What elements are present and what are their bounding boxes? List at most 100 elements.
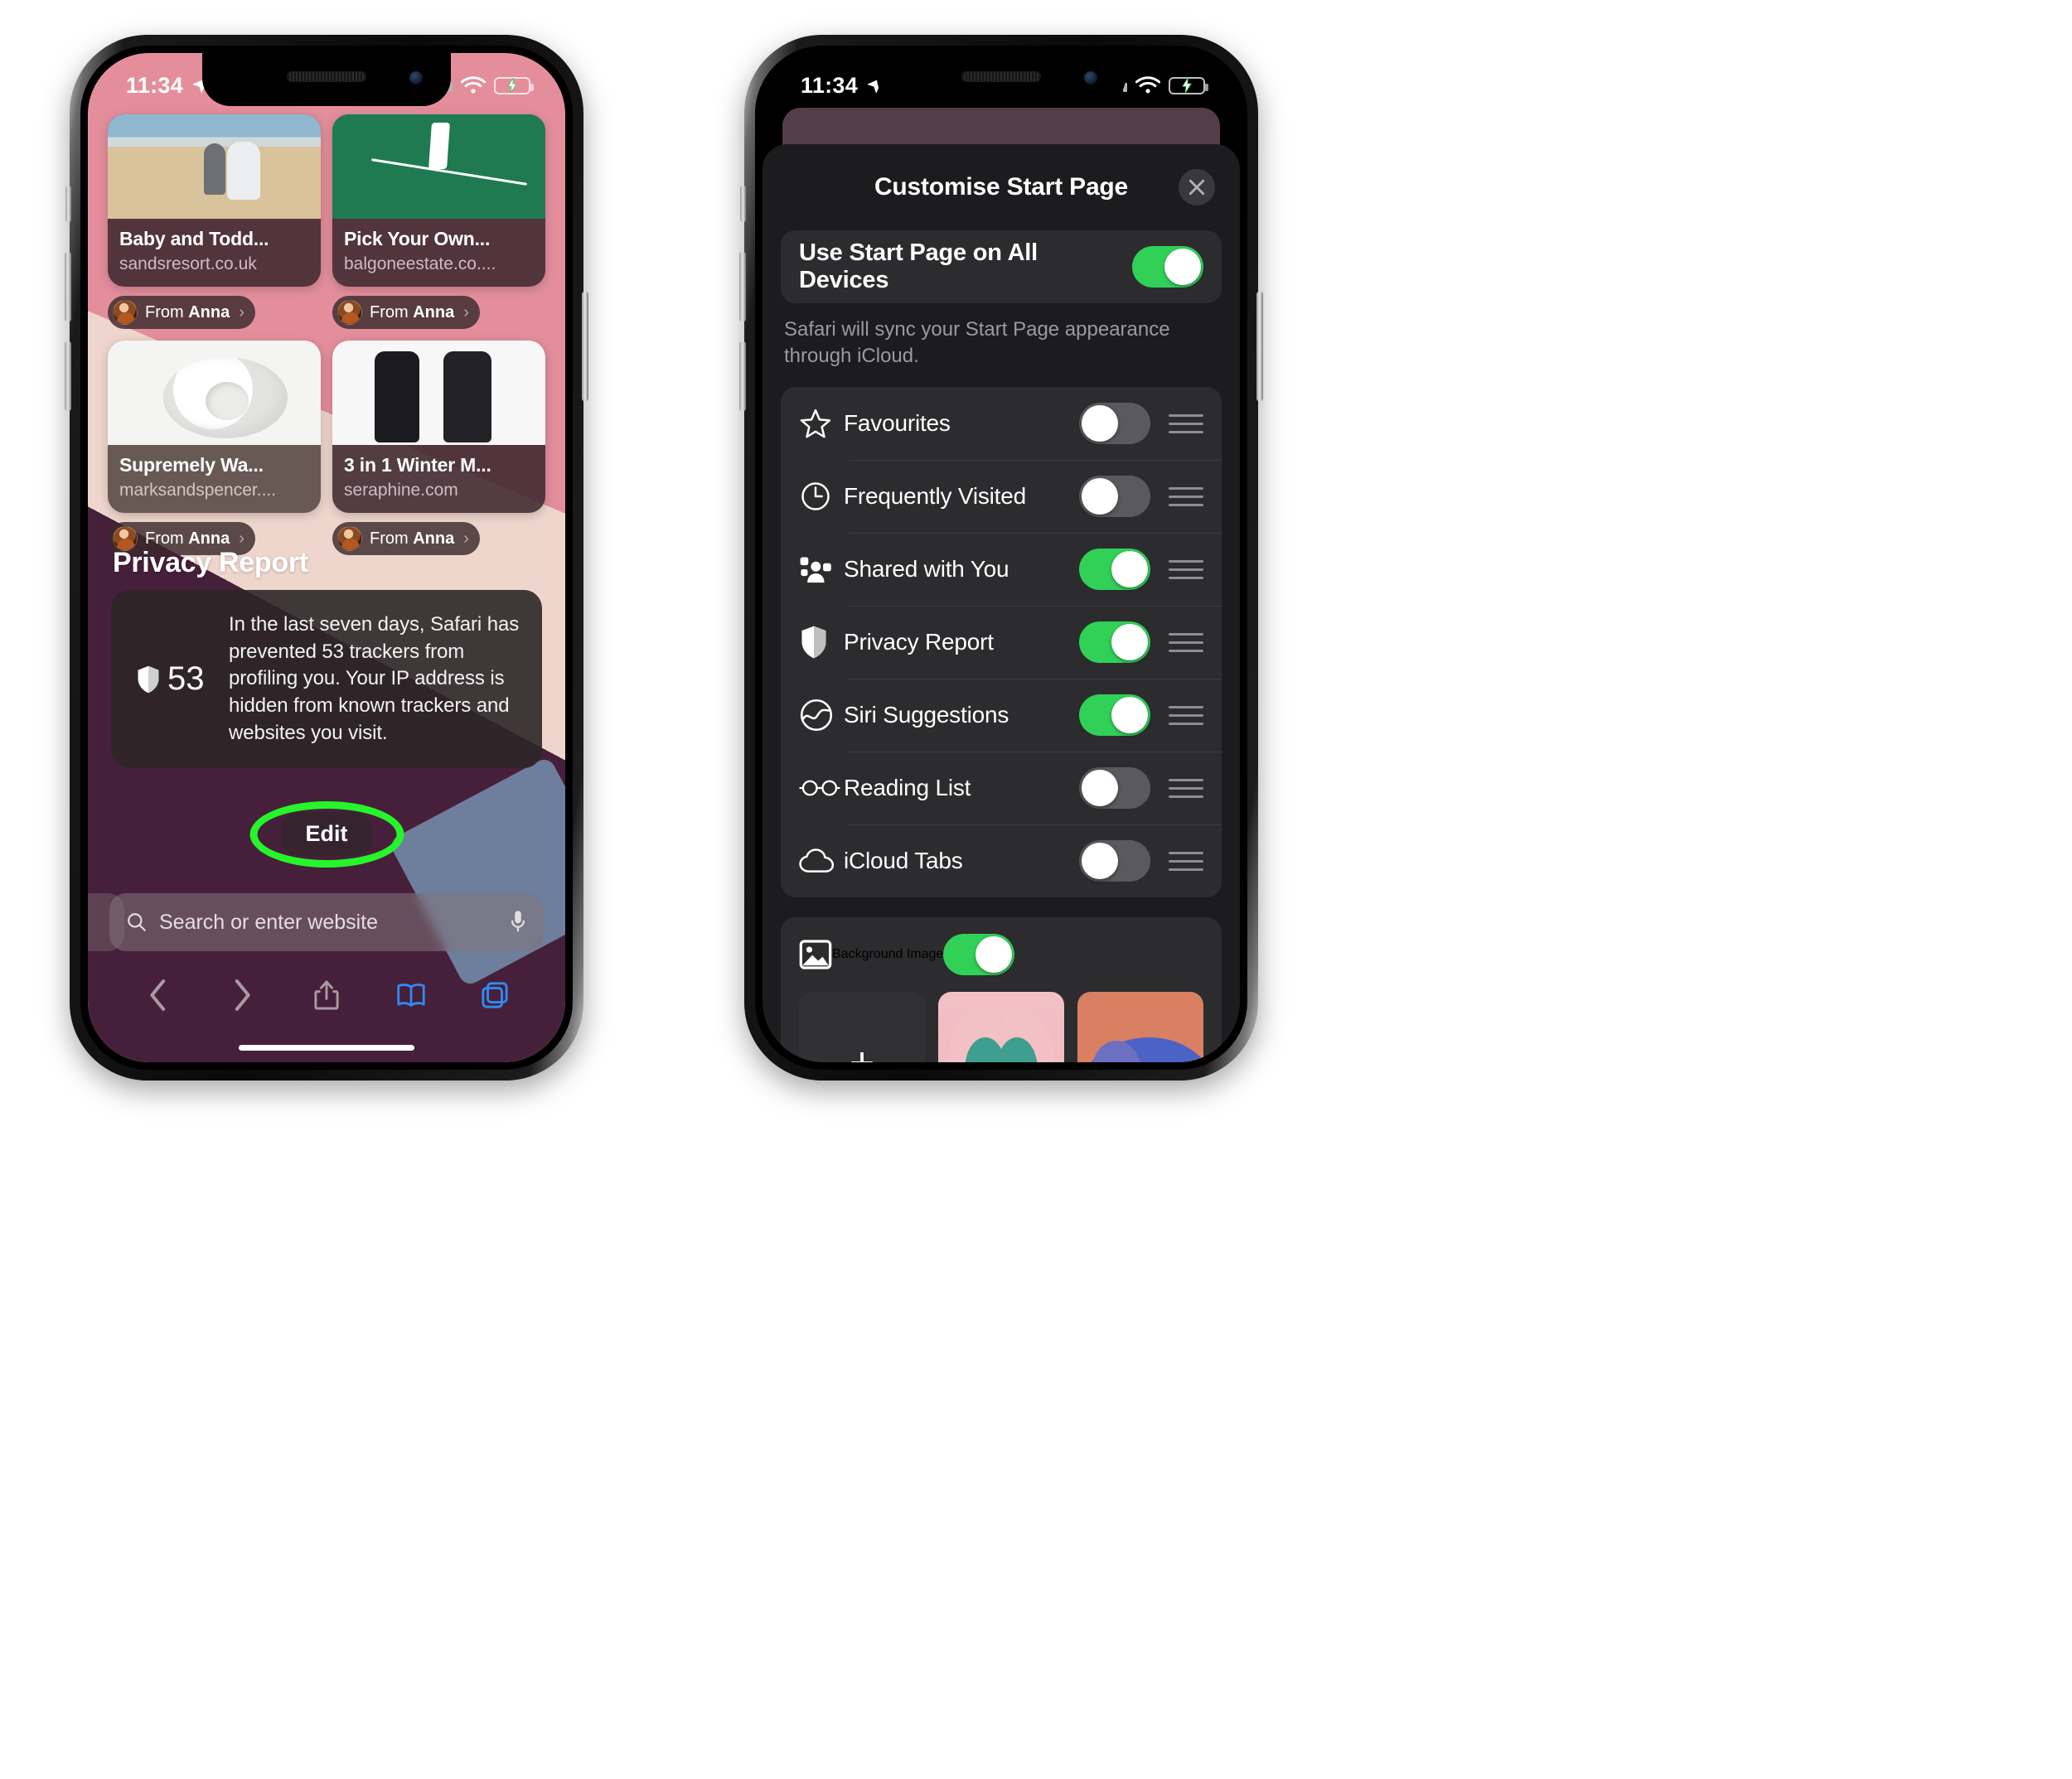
volume-up-button[interactable] bbox=[65, 252, 71, 321]
people-icon bbox=[799, 553, 844, 586]
edit-button-area: Edit bbox=[249, 800, 404, 868]
earpiece-speaker bbox=[961, 71, 1041, 82]
power-button[interactable] bbox=[582, 292, 588, 401]
shared-item: Supremely Wa... marksandspencer.... From… bbox=[108, 341, 321, 555]
notch bbox=[877, 53, 1126, 106]
url-bar[interactable]: Search or enter website bbox=[88, 893, 544, 951]
row-frequently-visited[interactable]: Frequently Visited bbox=[781, 460, 1222, 533]
power-button[interactable] bbox=[1256, 292, 1263, 401]
toggle-privacy-report[interactable] bbox=[1079, 621, 1150, 664]
reorder-handle[interactable] bbox=[1169, 486, 1203, 506]
tracker-count: 53 bbox=[167, 660, 205, 698]
sync-note: Safari will sync your Start Page appeara… bbox=[784, 318, 1170, 367]
chevron-right-icon: › bbox=[463, 302, 469, 321]
row-siri-suggestions[interactable]: Siri Suggestions bbox=[781, 679, 1222, 752]
shared-item: 3 in 1 Winter M... seraphine.com From An… bbox=[332, 341, 545, 555]
card-thumbnail bbox=[108, 114, 321, 219]
card-url: marksandspencer.... bbox=[119, 481, 277, 500]
silent-switch[interactable] bbox=[740, 186, 746, 222]
siri-icon bbox=[799, 698, 844, 732]
forward-button[interactable] bbox=[224, 977, 260, 1013]
card-url: seraphine.com bbox=[344, 481, 458, 500]
privacy-report-card[interactable]: 53 In the last seven days, Safari has pr… bbox=[111, 590, 542, 769]
card-title: Baby and Todd... bbox=[119, 228, 269, 249]
card-url: balgoneestate.co.... bbox=[344, 254, 496, 273]
row-shared-with-you[interactable]: Shared with You bbox=[781, 533, 1222, 606]
chevron-right-icon: › bbox=[463, 529, 469, 548]
volume-down-button[interactable] bbox=[739, 341, 746, 411]
row-icloud-tabs[interactable]: iCloud Tabs bbox=[781, 824, 1222, 897]
volume-up-button[interactable] bbox=[739, 252, 746, 321]
toggle-shared-with-you[interactable] bbox=[1079, 549, 1150, 591]
volume-down-button[interactable] bbox=[65, 341, 71, 411]
silent-switch[interactable] bbox=[65, 186, 71, 222]
toggle-siri-suggestions[interactable] bbox=[1079, 694, 1150, 737]
privacy-report-description: In the last seven days, Safari has preve… bbox=[229, 613, 520, 744]
privacy-report-heading: Privacy Report bbox=[113, 547, 308, 578]
bookmarks-icon[interactable] bbox=[393, 977, 429, 1013]
card-meta: 3 in 1 Winter M... seraphine.com bbox=[332, 445, 545, 513]
card-thumbnail bbox=[332, 114, 545, 219]
row-favourites[interactable]: Favourites bbox=[781, 387, 1222, 460]
reorder-handle[interactable] bbox=[1169, 413, 1203, 433]
notch bbox=[202, 53, 451, 106]
card-title: Pick Your Own... bbox=[344, 228, 491, 249]
earpiece-speaker bbox=[287, 71, 366, 82]
status-time: 11:34 bbox=[126, 72, 184, 98]
microphone-icon[interactable] bbox=[509, 910, 527, 935]
cloud-icon bbox=[799, 847, 844, 875]
chevron-right-icon: › bbox=[239, 302, 244, 321]
left-iphone-device: Baby and Todd... sandsresort.co.uk From … bbox=[65, 35, 588, 1080]
row-label: Favourites bbox=[844, 410, 951, 437]
close-icon[interactable] bbox=[1179, 169, 1215, 205]
shared-card[interactable]: Baby and Todd... sandsresort.co.uk bbox=[108, 114, 321, 287]
shared-card[interactable]: 3 in 1 Winter M... seraphine.com bbox=[332, 341, 545, 513]
edit-highlight-ring bbox=[249, 800, 404, 868]
background-thumbnail-bear[interactable] bbox=[1077, 992, 1203, 1062]
card-meta: Pick Your Own... balgoneestate.co.... bbox=[332, 219, 545, 287]
toggle-reading-list[interactable] bbox=[1079, 767, 1150, 810]
url-bar-peek bbox=[88, 893, 124, 951]
from-label: From Anna bbox=[370, 302, 455, 321]
toggle-background-image[interactable] bbox=[943, 934, 1015, 976]
row-background-image[interactable]: Background Image bbox=[781, 917, 1222, 992]
background-thumbnail-grid: + bbox=[781, 992, 1222, 1062]
card-url: sandsresort.co.uk bbox=[119, 254, 257, 273]
row-privacy-report[interactable]: Privacy Report bbox=[781, 606, 1222, 679]
toggle-use-start-page-all-devices[interactable] bbox=[1132, 246, 1203, 288]
home-indicator bbox=[239, 1045, 414, 1051]
background-thumbnail-butterfly[interactable] bbox=[938, 992, 1064, 1062]
battery-charging-icon bbox=[494, 76, 534, 94]
shared-card[interactable]: Pick Your Own... balgoneestate.co.... bbox=[332, 114, 545, 287]
tabs-icon[interactable] bbox=[477, 977, 513, 1013]
from-chip[interactable]: From Anna › bbox=[332, 296, 480, 329]
card-thumbnail bbox=[108, 341, 321, 445]
row-reading-list[interactable]: Reading List bbox=[781, 752, 1222, 824]
toggle-icloud-tabs[interactable] bbox=[1079, 840, 1150, 882]
avatar bbox=[113, 300, 138, 325]
reorder-handle[interactable] bbox=[1169, 778, 1203, 798]
reorder-handle[interactable] bbox=[1169, 705, 1203, 725]
shared-card[interactable]: Supremely Wa... marksandspencer.... bbox=[108, 341, 321, 513]
reorder-handle[interactable] bbox=[1169, 851, 1203, 871]
right-phone-screen: Customise Start Page Use Start Page on A… bbox=[762, 53, 1240, 1062]
toggle-favourites[interactable] bbox=[1079, 403, 1150, 445]
share-icon[interactable] bbox=[308, 977, 345, 1013]
reorder-handle[interactable] bbox=[1169, 632, 1203, 652]
left-phone-screen: Baby and Todd... sandsresort.co.uk From … bbox=[88, 53, 565, 1062]
toggle-frequently-visited[interactable] bbox=[1079, 476, 1150, 518]
row-label: Privacy Report bbox=[844, 629, 994, 655]
card-meta: Supremely Wa... marksandspencer.... bbox=[108, 445, 321, 513]
screenshot-stage: Baby and Todd... sandsresort.co.uk From … bbox=[0, 0, 2072, 1779]
url-input-placeholder[interactable]: Search or enter website bbox=[159, 911, 509, 935]
reorder-handle[interactable] bbox=[1169, 559, 1203, 579]
card-thumbnail bbox=[332, 341, 545, 445]
row-use-start-page-all-devices[interactable]: Use Start Page on All Devices bbox=[781, 230, 1222, 303]
card-title: 3 in 1 Winter M... bbox=[344, 454, 491, 476]
right-phone-bezel: Customise Start Page Use Start Page on A… bbox=[755, 46, 1247, 1070]
back-button[interactable] bbox=[140, 977, 177, 1013]
from-chip[interactable]: From Anna › bbox=[108, 296, 255, 329]
avatar bbox=[337, 526, 362, 551]
add-background-button[interactable]: + bbox=[799, 992, 925, 1062]
from-chip[interactable]: From Anna › bbox=[332, 522, 480, 555]
